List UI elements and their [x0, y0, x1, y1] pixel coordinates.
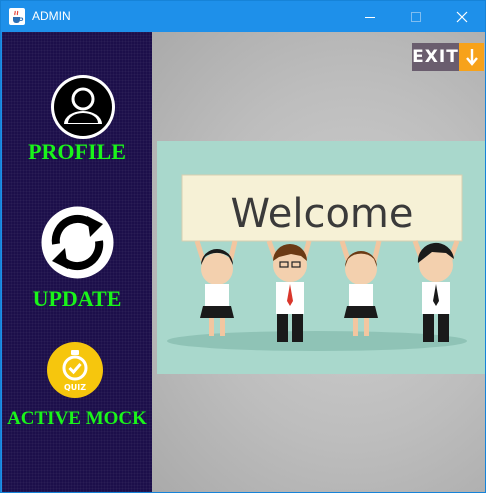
sidebar-item-active-mock[interactable]: ACTIVE MOCK [2, 408, 152, 430]
person-3 [339, 240, 382, 336]
maximize-button[interactable] [393, 1, 439, 32]
minimize-icon [365, 16, 375, 18]
banner-text: Welcome [231, 191, 414, 237]
exit-button[interactable]: EXIT [412, 43, 484, 71]
exit-label: EXIT [412, 43, 459, 71]
person-1 [194, 240, 238, 336]
sidebar-item-update[interactable]: UPDATE [2, 286, 152, 312]
refresh-icon[interactable] [41, 206, 114, 279]
sidebar: PROFILE UPDATE QUIZ ACTIVE MOCK [2, 32, 152, 492]
person-2 [266, 240, 312, 342]
sidebar-item-profile[interactable]: PROFILE [2, 139, 152, 165]
person-4 [412, 240, 460, 342]
title-bar[interactable]: ADMIN [1, 1, 485, 32]
app-window: ADMIN PROFILE UPDATE QUIZ ACTIVE MOCK EX… [0, 0, 486, 493]
maximize-icon [411, 11, 421, 22]
user-profile-icon[interactable] [50, 74, 116, 140]
window-title: ADMIN [32, 9, 71, 23]
quiz-badge-text: QUIZ [64, 383, 86, 392]
java-coffee-icon [9, 8, 25, 25]
main-panel: EXIT Welcome [152, 32, 485, 492]
close-button[interactable] [439, 1, 485, 32]
welcome-illustration: Welcome [157, 141, 485, 374]
minimize-button[interactable] [347, 1, 393, 32]
exit-arrow-icon [459, 43, 484, 71]
close-icon [456, 11, 468, 22]
quiz-stopwatch-icon[interactable]: QUIZ [46, 341, 104, 399]
